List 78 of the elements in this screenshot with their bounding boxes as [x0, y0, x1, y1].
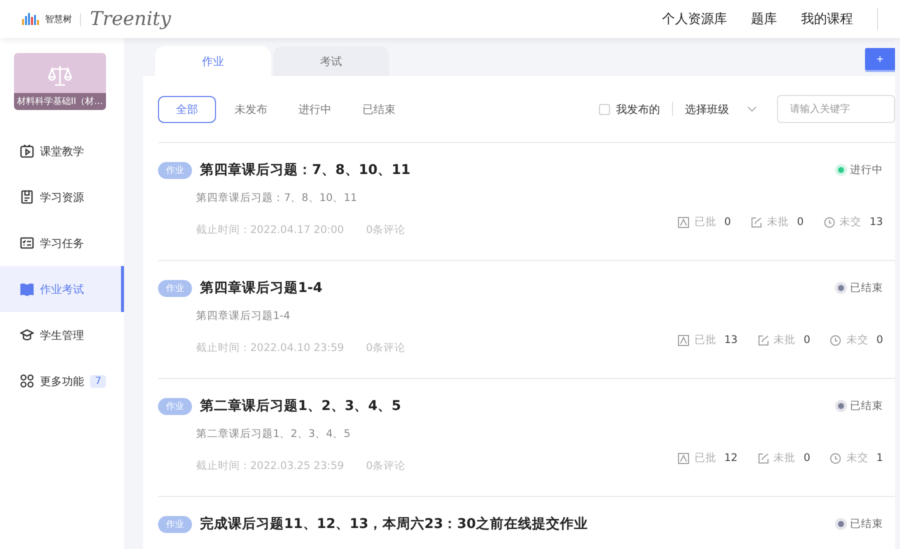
document-icon [20, 190, 34, 204]
type-tag: 作业 [158, 280, 192, 296]
status-label: 已结束 [850, 399, 883, 413]
course-title: 材料科学基础II（材… [14, 93, 106, 110]
deadline-text: 截止时间 : 2022.03.25 23:59 [196, 459, 344, 473]
sidebar-item[interactable]: 学习任务 [0, 220, 124, 266]
stat-label: 未交 [846, 333, 868, 347]
edit-icon [750, 216, 762, 228]
type-tag: 作业 [158, 398, 192, 414]
class-dropdown[interactable]: 选择班级 [685, 102, 757, 116]
stat-label: 已批 [694, 333, 716, 347]
nav-link[interactable]: 题库 [751, 10, 777, 28]
graduation-cap-icon [20, 328, 34, 342]
checklist-icon [20, 236, 34, 250]
assignment-title[interactable]: 第四章课后习题1-4 [200, 279, 322, 297]
stat-value: 1 [876, 452, 883, 464]
deadline-text: 截止时间 : 2022.04.17 20:00 [196, 223, 344, 237]
edit-icon [758, 334, 769, 346]
stat-value: 0 [796, 216, 804, 228]
picture-frame-icon [678, 216, 690, 228]
comment-count: 0条评论 [366, 341, 406, 355]
count-badge: 7 [90, 374, 106, 388]
assignment-description: 第四章课后习题：7、8、10、11 [196, 191, 358, 205]
sidebar-item[interactable]: 更多功能 7 [0, 358, 124, 404]
checkbox[interactable] [599, 104, 610, 114]
course-card[interactable]: 材料科学基础II（材… [14, 53, 106, 110]
checkbox-label[interactable]: 我发布的 [616, 102, 660, 116]
stat-value: 0 [804, 334, 810, 346]
deadline-text: 截止时间 : 2022.04.10 23:59 [196, 341, 344, 355]
stat-value: 0 [876, 334, 883, 346]
status-label: 已结束 [850, 517, 883, 531]
add-button[interactable]: + [865, 48, 895, 70]
clock-icon [830, 452, 842, 464]
comment-count: 0条评论 [366, 223, 406, 237]
assignment-title[interactable]: 第四章课后习题：7、8、10、11 [200, 161, 410, 179]
stat-value: 0 [724, 216, 731, 228]
filter-button[interactable]: 全部 [158, 96, 216, 122]
clock-icon [824, 216, 835, 228]
edit-icon [758, 452, 769, 464]
stat-label: 已批 [694, 215, 716, 229]
tab[interactable]: 作业 [155, 46, 271, 76]
grid-icon [20, 374, 34, 388]
scales-icon [48, 65, 72, 87]
book-icon [20, 282, 34, 296]
stat-label: 未批 [774, 451, 796, 465]
logo-icon [22, 13, 42, 25]
stat-label: 未交 [840, 215, 862, 229]
assignment-description: 第四章课后习题1-4 [196, 309, 292, 323]
type-tag: 作业 [158, 162, 192, 178]
stat-label: 已批 [694, 451, 716, 465]
stat-label: 未交 [846, 451, 868, 465]
status-label: 已结束 [850, 281, 883, 295]
logo-text: 智慧树 [45, 12, 81, 26]
stat-value: 0 [804, 452, 810, 464]
play-screen-icon [20, 144, 34, 158]
stat-label: 未批 [766, 215, 789, 229]
stat-label: 未批 [774, 333, 796, 347]
brand-name: Treenity [90, 8, 171, 30]
stat-value: 13 [724, 334, 738, 346]
search-field[interactable]: 请输入关键字 [777, 95, 895, 123]
assignment-title[interactable]: 第二章课后习题1、2、3、4、5 [200, 397, 401, 415]
assignment-title[interactable]: 完成课后习题11、12、13，本周六23：30之前在线提交作业 [200, 515, 588, 533]
chevron-down-icon [747, 106, 757, 112]
sidebar-item[interactable]: 学生管理 [0, 312, 124, 358]
picture-frame-icon [678, 452, 690, 464]
sidebar-item[interactable]: 学习资源 [0, 174, 124, 220]
status-label: 进行中 [850, 163, 883, 177]
sidebar-item[interactable]: 课堂教学 [0, 128, 124, 174]
type-tag: 作业 [158, 516, 192, 532]
stat-value: 13 [870, 216, 883, 228]
nav-link[interactable]: 我的课程 [801, 10, 853, 28]
stat-value: 12 [724, 452, 738, 464]
assignment-description: 第二章课后习题1、2、3、4、5 [196, 427, 352, 441]
comment-count: 0条评论 [366, 459, 406, 473]
nav-link[interactable]: 个人资源库 [662, 10, 727, 28]
clock-icon [830, 334, 842, 346]
picture-frame-icon [678, 334, 690, 346]
tab[interactable]: 考试 [273, 46, 389, 76]
